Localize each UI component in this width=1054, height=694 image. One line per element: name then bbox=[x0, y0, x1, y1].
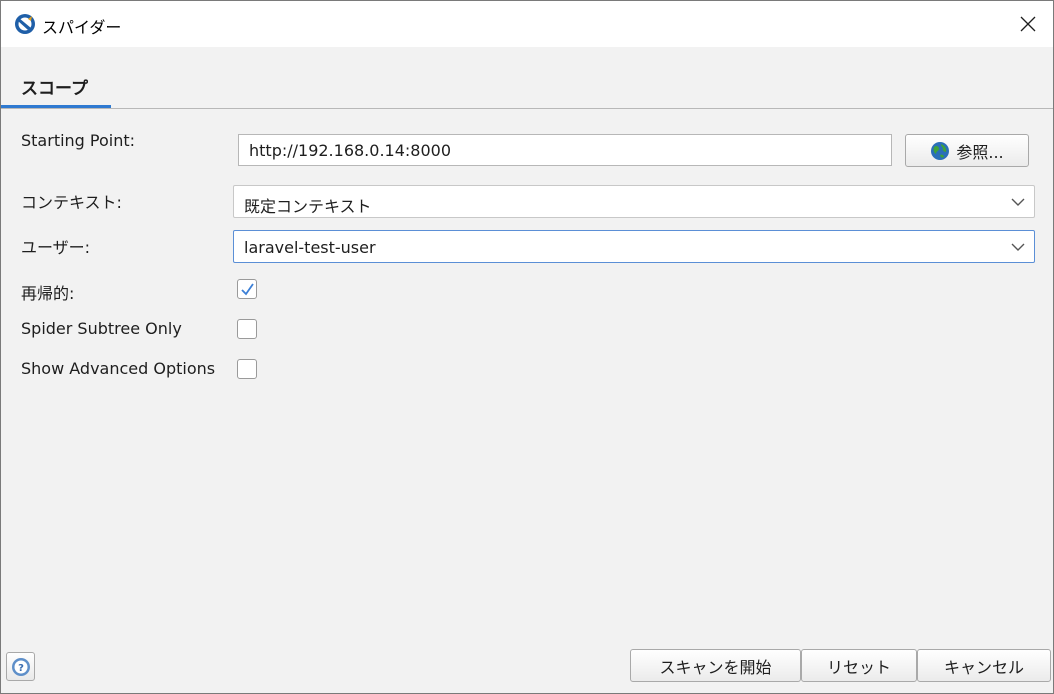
chevron-down-icon bbox=[1011, 198, 1025, 206]
starting-point-label: Starting Point: bbox=[21, 131, 136, 150]
starting-point-value: http://192.168.0.14:8000 bbox=[249, 141, 451, 160]
check-icon bbox=[241, 283, 254, 296]
window-title: スパイダー bbox=[42, 18, 122, 37]
cancel-button[interactable]: キャンセル bbox=[917, 649, 1051, 682]
user-select[interactable]: laravel-test-user bbox=[233, 230, 1035, 263]
context-select[interactable]: 既定コンテキスト bbox=[233, 185, 1035, 218]
chevron-down-icon bbox=[1011, 243, 1025, 251]
tab-bar: スコープ bbox=[1, 47, 1053, 109]
reset-button[interactable]: リセット bbox=[801, 649, 917, 682]
cancel-label: キャンセル bbox=[943, 657, 1024, 677]
subtree-only-checkbox[interactable] bbox=[237, 319, 257, 339]
close-icon bbox=[1020, 16, 1036, 32]
reset-label: リセット bbox=[826, 657, 891, 677]
help-icon: ? bbox=[11, 657, 30, 676]
subtree-only-label: Spider Subtree Only bbox=[21, 319, 182, 338]
advanced-options-label: Show Advanced Options bbox=[21, 359, 216, 378]
tab-scope-label: スコープ bbox=[21, 79, 88, 99]
svg-text:?: ? bbox=[18, 663, 24, 674]
start-scan-button[interactable]: スキャンを開始 bbox=[630, 649, 801, 682]
browse-button-label: 参照... bbox=[956, 142, 1004, 162]
start-scan-label: スキャンを開始 bbox=[659, 657, 772, 677]
globe-icon bbox=[931, 141, 950, 160]
title-bar: スパイダー bbox=[1, 1, 1053, 47]
user-value: laravel-test-user bbox=[244, 238, 376, 257]
starting-point-input[interactable]: http://192.168.0.14:8000 bbox=[238, 134, 892, 166]
tab-scope[interactable]: スコープ bbox=[1, 47, 111, 108]
context-label: コンテキスト: bbox=[21, 193, 122, 212]
advanced-options-checkbox[interactable] bbox=[237, 359, 257, 379]
help-button[interactable]: ? bbox=[6, 652, 35, 681]
browse-button[interactable]: 参照... bbox=[905, 134, 1029, 167]
close-button[interactable] bbox=[1003, 1, 1053, 47]
user-label: ユーザー: bbox=[21, 238, 91, 257]
recurse-checkbox[interactable] bbox=[237, 279, 257, 299]
zap-logo-icon bbox=[15, 14, 35, 34]
context-value: 既定コンテキスト bbox=[244, 197, 372, 216]
spider-dialog: スパイダー スコープ Starting Point: http://192.16… bbox=[0, 0, 1054, 694]
recurse-label: 再帰的: bbox=[21, 284, 75, 303]
